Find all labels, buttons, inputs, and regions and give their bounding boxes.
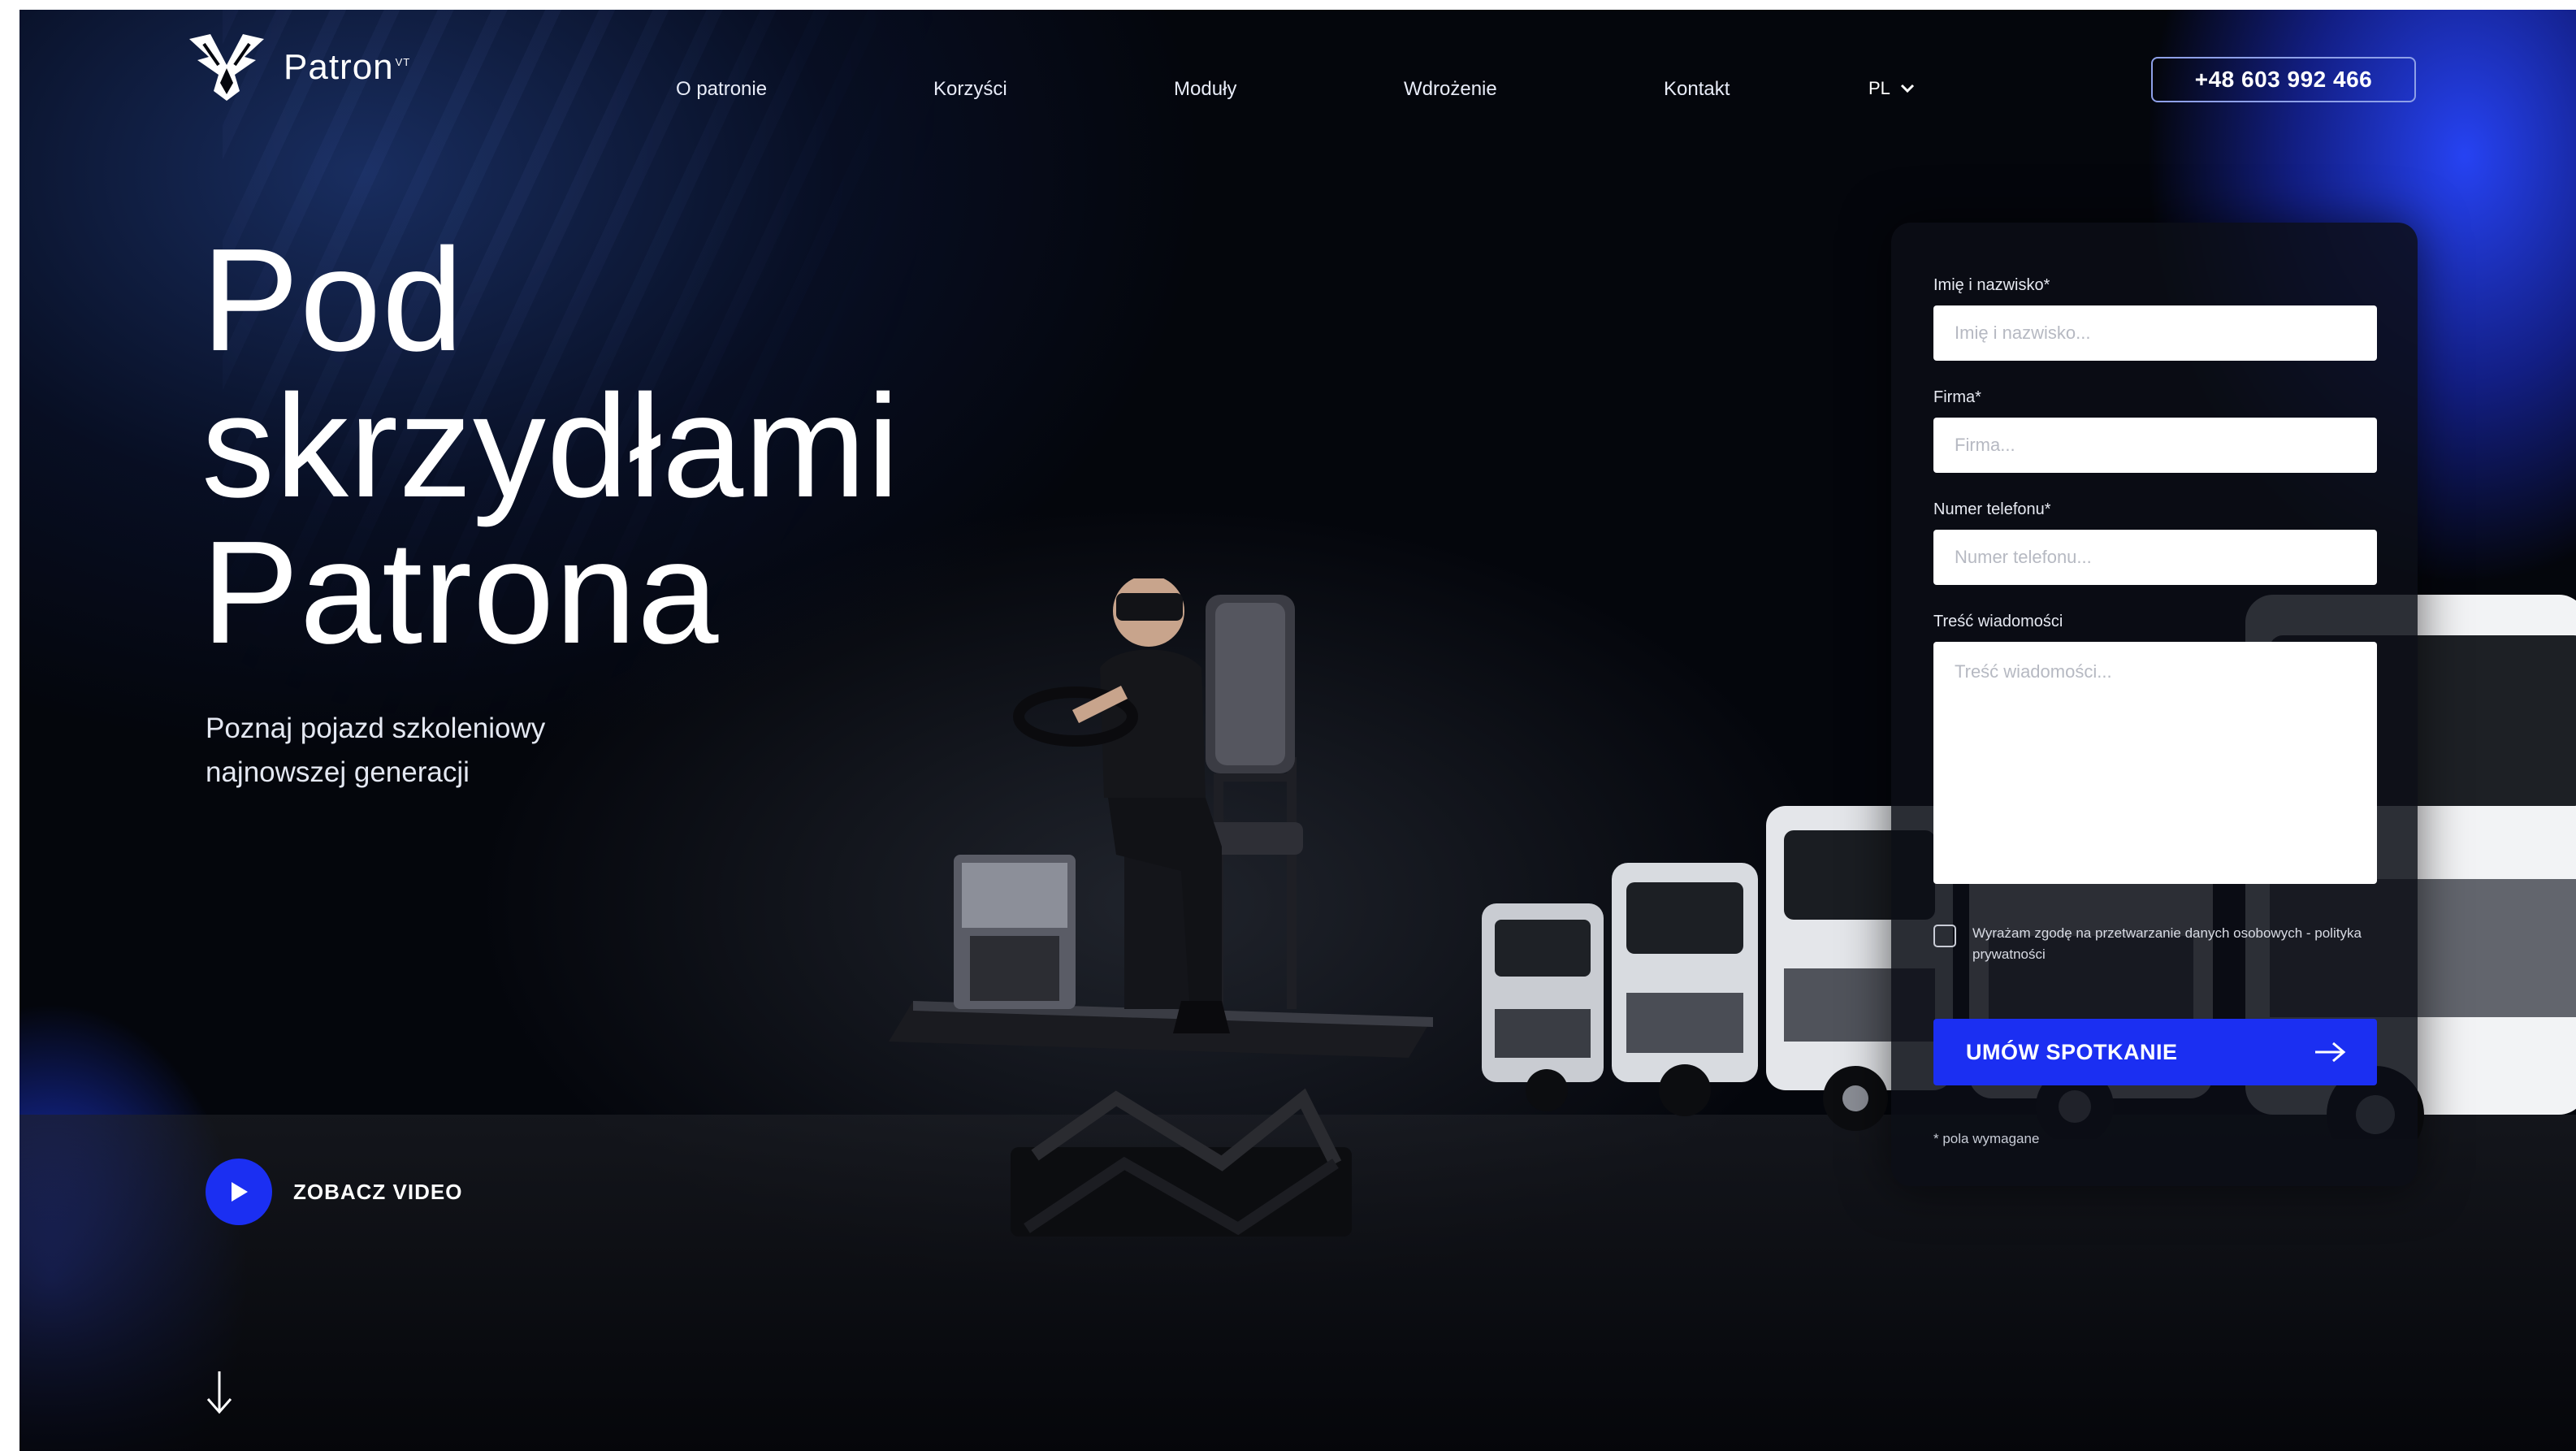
company-input[interactable] [1933, 418, 2377, 473]
phone-button[interactable]: +48 603 992 466 [2151, 57, 2416, 102]
truck-2 [1612, 863, 1758, 1116]
arrow-down-icon[interactable] [203, 1370, 236, 1415]
hero-title: Pod skrzydłami Patrona [201, 219, 901, 674]
nav-link-moduly[interactable]: Moduły [1174, 78, 1236, 101]
consent-text: Wyrażam zgodę na przetwarzanie danych os… [1972, 925, 2362, 962]
phone-input[interactable] [1933, 530, 2377, 585]
simulator-image [889, 578, 1433, 1237]
language-label: PL [1868, 78, 1890, 98]
logo[interactable]: Patron VT [186, 32, 410, 102]
logo-superscript: VT [395, 56, 411, 69]
watch-video-label: ZOBACZ VIDEO [293, 1179, 463, 1204]
message-textarea[interactable] [1933, 642, 2377, 884]
hero-subtitle: Poznaj pojazd szkoleniowy najnowszej gen… [206, 713, 546, 788]
book-meeting-button[interactable]: UMÓW SPOTKANIE [1933, 1019, 2377, 1085]
consent-checkbox[interactable] [1933, 925, 1956, 947]
phone-label: Numer telefonu* [1933, 500, 2051, 518]
name-input[interactable] [1933, 305, 2377, 361]
message-label: Treść wiadomości [1933, 613, 2063, 630]
language-selector[interactable]: PL [1868, 78, 1915, 99]
nav-link-wdrozenie[interactable]: Wdrożenie [1404, 78, 1497, 101]
contact-form: Imię i nazwisko* Firma* Numer telefonu* … [1891, 223, 2418, 1186]
nav-link-korzysci[interactable]: Korzyści [933, 78, 1007, 101]
watch-video-button[interactable]: ZOBACZ VIDEO [206, 1159, 462, 1225]
logo-wordmark: Patron VT [284, 47, 411, 87]
chevron-down-icon [1900, 84, 1914, 93]
logo-mark-icon [189, 34, 264, 101]
company-label: Firma* [1933, 388, 1981, 406]
book-meeting-label: UMÓW SPOTKANIE [1966, 1039, 2178, 1064]
play-icon [232, 1182, 248, 1202]
name-label: Imię i nazwisko* [1933, 276, 2050, 294]
play-button[interactable] [206, 1159, 272, 1225]
arrow-right-icon [2315, 1042, 2346, 1063]
nav-link-kontakt[interactable]: Kontakt [1664, 78, 1730, 101]
hero-section: Patron VT O patronie Korzyści Moduły Wdro… [19, 10, 2576, 1451]
required-fields-note: * pola wymagane [1933, 1131, 2040, 1146]
truck-1 [1482, 903, 1604, 1111]
consent-row: Wyrażam zgodę na przetwarzanie danych os… [1933, 923, 2372, 965]
nav-link-o-patronie[interactable]: O patronie [676, 78, 767, 101]
